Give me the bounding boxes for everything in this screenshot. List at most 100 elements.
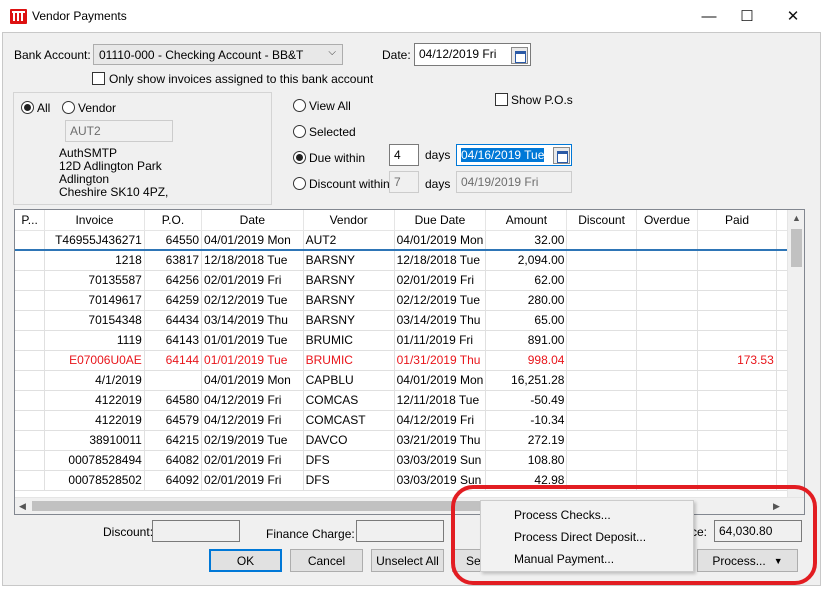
- column-header-due-date[interactable]: Due Date: [394, 210, 487, 231]
- maximize-button[interactable]: ☐: [724, 0, 770, 32]
- cell-p[interactable]: [15, 310, 46, 331]
- column-header-p[interactable]: P...: [15, 210, 46, 231]
- calendar-icon[interactable]: [511, 47, 528, 64]
- bank-account-select[interactable]: 01110-000 - Checking Account - BB&T ⌵: [93, 44, 343, 65]
- table-row[interactable]: 1218 63817 12/18/2018 Tue BARSNY 12/18/2018 …: [15, 250, 804, 271]
- cell-paid[interactable]: [697, 290, 777, 311]
- column-header-amount[interactable]: Amount: [485, 210, 568, 231]
- select-button[interactable]: Se: [452, 549, 482, 572]
- column-header-date[interactable]: Date: [201, 210, 304, 231]
- cell-p[interactable]: [15, 270, 46, 291]
- cell-po[interactable]: 64259: [144, 290, 203, 311]
- cell-overdue[interactable]: [636, 230, 699, 251]
- cell-amount[interactable]: 62.00: [485, 270, 568, 291]
- cell-vendor[interactable]: DFS: [303, 450, 395, 471]
- table-row[interactable]: E07006U0AE 64144 01/01/2019 Tue BRUMIC 01/31…: [15, 350, 804, 371]
- cell-vendor[interactable]: COMCAST: [303, 410, 395, 431]
- process-button[interactable]: Process... ▼: [697, 549, 798, 572]
- cell-due-date[interactable]: 12/18/2018 Tue: [394, 250, 487, 271]
- cell-date[interactable]: 02/01/2019 Fri: [201, 270, 304, 291]
- table-row[interactable]: 70154348 64434 03/14/2019 Thu BARSNY 03/14/2…: [15, 310, 804, 331]
- cell-due-date[interactable]: 03/14/2019 Thu: [394, 310, 487, 331]
- cell-paid[interactable]: [697, 410, 777, 431]
- cell-invoice[interactable]: 4122019: [44, 390, 145, 411]
- cell-vendor[interactable]: DAVCO: [303, 430, 395, 451]
- cell-p[interactable]: [15, 290, 46, 311]
- cell-due-date[interactable]: 01/11/2019 Fri: [394, 330, 487, 351]
- cell-discount[interactable]: [566, 290, 637, 311]
- cell-p[interactable]: [15, 430, 46, 451]
- cell-p[interactable]: [15, 350, 46, 371]
- cell-invoice[interactable]: 70135587: [44, 270, 145, 291]
- vendor-code-field[interactable]: AUT2: [65, 120, 173, 142]
- cell-date[interactable]: 02/12/2019 Tue: [201, 290, 304, 311]
- due-within-radio[interactable]: [293, 151, 306, 164]
- cell-due-date[interactable]: 02/01/2019 Fri: [394, 270, 487, 291]
- cell-po[interactable]: 64256: [144, 270, 203, 291]
- cell-overdue[interactable]: [636, 390, 699, 411]
- cell-overdue[interactable]: [636, 450, 699, 471]
- cell-vendor[interactable]: BARSNY: [303, 250, 395, 271]
- cell-overdue[interactable]: [636, 250, 699, 271]
- cell-invoice[interactable]: E07006U0AE: [44, 350, 145, 371]
- cell-date[interactable]: 04/12/2019 Fri: [201, 410, 304, 431]
- cell-overdue[interactable]: [636, 310, 699, 331]
- cell-vendor[interactable]: AUT2: [303, 230, 395, 251]
- cell-discount[interactable]: [566, 390, 637, 411]
- cell-amount[interactable]: 2,094.00: [485, 250, 568, 271]
- cell-invoice[interactable]: T46955J436271: [44, 230, 145, 251]
- close-button[interactable]: ✕: [770, 0, 816, 32]
- menu-item-manual-payment[interactable]: Manual Payment...: [481, 548, 693, 570]
- cell-paid[interactable]: [697, 370, 777, 391]
- table-row[interactable]: 38910011 64215 02/19/2019 Tue DAVCO 03/21/20…: [15, 430, 804, 451]
- cell-p[interactable]: [15, 370, 46, 391]
- cell-vendor[interactable]: BRUMIC: [303, 330, 395, 351]
- column-header-vendor[interactable]: Vendor: [303, 210, 395, 231]
- view-all-radio[interactable]: [293, 99, 306, 112]
- selected-radio[interactable]: [293, 125, 306, 138]
- scroll-right-icon[interactable]: ▶: [773, 501, 780, 512]
- vertical-scrollbar[interactable]: ▲: [787, 210, 804, 497]
- table-row[interactable]: 00078528494 64082 02/01/2019 Fri DFS 03/03/2…: [15, 450, 804, 471]
- cell-discount[interactable]: [566, 270, 637, 291]
- cell-invoice[interactable]: 70149617: [44, 290, 145, 311]
- cell-due-date[interactable]: 04/01/2019 Mon: [394, 370, 487, 391]
- cell-po[interactable]: 64580: [144, 390, 203, 411]
- cell-amount[interactable]: 891.00: [485, 330, 568, 351]
- cell-paid[interactable]: [697, 330, 777, 351]
- cell-date[interactable]: 04/01/2019 Mon: [201, 230, 304, 251]
- cell-date[interactable]: 02/19/2019 Tue: [201, 430, 304, 451]
- cell-paid[interactable]: 173.53: [697, 350, 777, 371]
- cell-vendor[interactable]: BARSNY: [303, 310, 395, 331]
- column-header-discount[interactable]: Discount: [566, 210, 637, 231]
- column-header-paid[interactable]: Paid: [697, 210, 777, 231]
- ok-button[interactable]: OK: [209, 549, 282, 572]
- cell-amount[interactable]: -10.34: [485, 410, 568, 431]
- cell-discount[interactable]: [566, 370, 637, 391]
- menu-item-process-checks[interactable]: Process Checks...: [481, 504, 693, 526]
- all-radio[interactable]: [21, 101, 34, 114]
- cell-paid[interactable]: [697, 450, 777, 471]
- only-show-checkbox[interactable]: [92, 72, 105, 85]
- table-row[interactable]: 4122019 64579 04/12/2019 Fri COMCAST 04/12/2…: [15, 410, 804, 431]
- cell-discount[interactable]: [566, 470, 637, 491]
- cell-overdue[interactable]: [636, 410, 699, 431]
- column-header-po[interactable]: P.O.: [144, 210, 203, 231]
- discount-total-field[interactable]: [152, 520, 240, 542]
- table-row[interactable]: 4122019 64580 04/12/2019 Fri COMCAS 12/11/20…: [15, 390, 804, 411]
- cell-discount[interactable]: [566, 430, 637, 451]
- discount-within-date-field[interactable]: 04/19/2019 Fri: [456, 171, 572, 193]
- cancel-button[interactable]: Cancel: [290, 549, 363, 572]
- cell-p[interactable]: [15, 250, 46, 271]
- cell-invoice[interactable]: 70154348: [44, 310, 145, 331]
- table-row[interactable]: 70149617 64259 02/12/2019 Tue BARSNY 02/12/2…: [15, 290, 804, 311]
- cell-p[interactable]: [15, 230, 46, 251]
- cell-amount[interactable]: 16,251.28: [485, 370, 568, 391]
- vendor-radio[interactable]: [62, 101, 75, 114]
- cell-paid[interactable]: [697, 250, 777, 271]
- cell-po[interactable]: 64215: [144, 430, 203, 451]
- table-row[interactable]: 70135587 64256 02/01/2019 Fri BARSNY 02/01/2…: [15, 270, 804, 291]
- cell-due-date[interactable]: 01/31/2019 Thu: [394, 350, 487, 371]
- scroll-up-icon[interactable]: ▲: [792, 213, 801, 223]
- cell-p[interactable]: [15, 330, 46, 351]
